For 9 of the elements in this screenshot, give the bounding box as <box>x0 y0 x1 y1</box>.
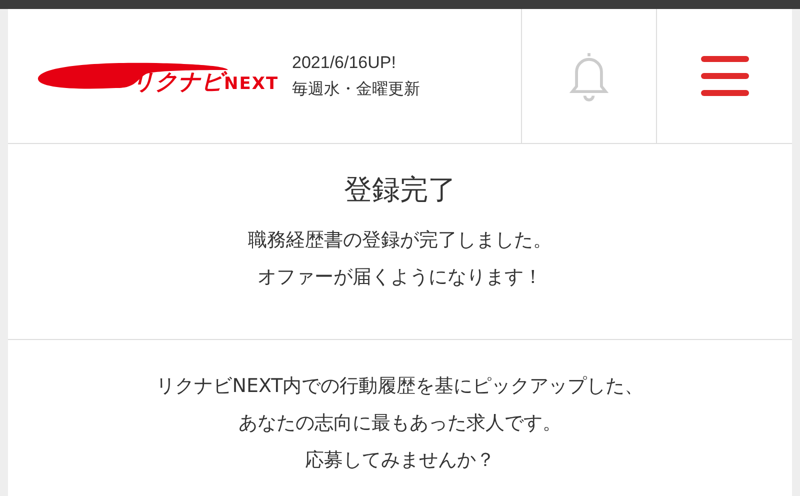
completion-message: オファーが届くようになります！ <box>258 265 542 290</box>
menu-icon <box>700 55 748 97</box>
recommendation-text: 応募してみませんか？ <box>305 448 495 473</box>
update-date: 2021/6/16UP! <box>292 52 397 74</box>
update-schedule: 毎週水・金曜更新 <box>292 78 420 100</box>
completion-message: 職務経歴書の登録が完了しました。 <box>248 228 552 253</box>
completion-title: 登録完了 <box>344 172 456 208</box>
recommendation-text: あなたの志向に最もあった求人です。 <box>238 411 562 436</box>
recommendation-text: リクナビNEXT内での行動履歴を基にピックアップした、 <box>156 374 644 399</box>
